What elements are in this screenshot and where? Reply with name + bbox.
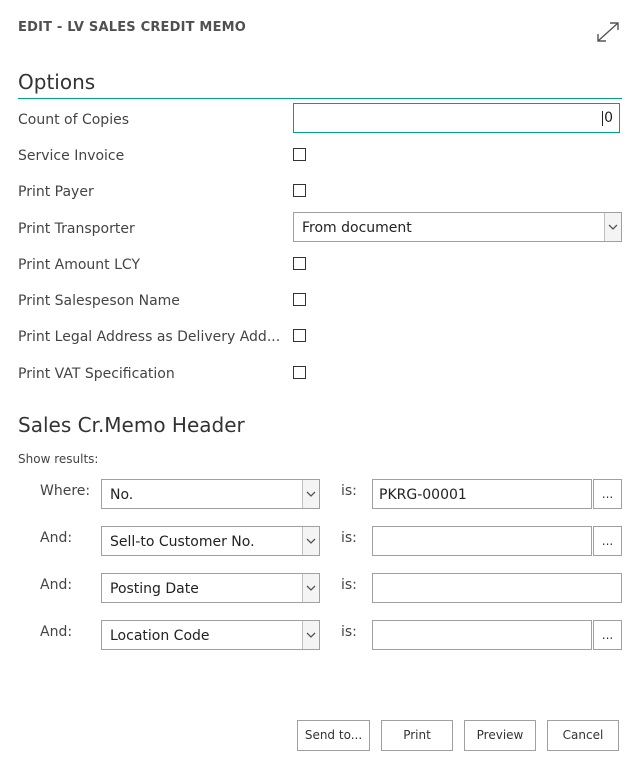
lookup-button[interactable]: ... <box>593 479 622 509</box>
filter-value-input[interactable] <box>372 620 592 650</box>
print-vat-spec-checkbox[interactable] <box>293 366 306 379</box>
show-results-label: Show results: <box>18 452 99 466</box>
filter-value-input[interactable] <box>372 526 592 556</box>
filter-field-value: Location Code <box>110 628 210 644</box>
filter-value-text: PKRG-00001 <box>379 487 467 503</box>
filter-field-select[interactable]: No. <box>101 479 320 509</box>
chevron-down-icon <box>302 574 319 602</box>
lookup-button[interactable]: ... <box>593 620 622 650</box>
service-invoice-checkbox[interactable] <box>293 148 306 161</box>
filter-field-select[interactable]: Location Code <box>101 620 320 650</box>
filter-field-value: Posting Date <box>110 581 199 597</box>
print-legal-address-label: Print Legal Address as Delivery Add... <box>18 329 281 345</box>
dialog-title: EDIT - LV SALES CREDIT MEMO <box>18 20 247 35</box>
filter-conj-label: Where: <box>40 483 91 499</box>
service-invoice-label: Service Invoice <box>18 148 125 164</box>
chevron-down-icon <box>302 480 319 508</box>
print-button[interactable]: Print <box>381 720 453 751</box>
print-payer-label: Print Payer <box>18 184 94 200</box>
filter-conj-label: And: <box>40 624 73 640</box>
is-label: is: <box>341 530 357 546</box>
filter-value-input[interactable]: PKRG-00001 <box>372 479 592 509</box>
count-of-copies-input[interactable]: 0 <box>293 103 620 133</box>
is-label: is: <box>341 577 357 593</box>
print-salesperson-name-checkbox[interactable] <box>293 293 306 306</box>
filter-field-select[interactable]: Sell-to Customer No. <box>101 526 320 556</box>
is-label: is: <box>341 483 357 499</box>
cancel-button[interactable]: Cancel <box>547 720 619 751</box>
print-vat-spec-label: Print VAT Specification <box>18 366 175 382</box>
print-amount-lcy-label: Print Amount LCY <box>18 257 141 273</box>
print-amount-lcy-checkbox[interactable] <box>293 257 306 270</box>
chevron-down-icon <box>302 527 319 555</box>
print-transporter-value: From document <box>302 220 412 236</box>
print-transporter-label: Print Transporter <box>18 221 135 237</box>
print-payer-checkbox[interactable] <box>293 184 306 197</box>
filter-conj-label: And: <box>40 530 73 546</box>
options-heading: Options <box>18 70 96 94</box>
preview-button[interactable]: Preview <box>464 720 536 751</box>
filter-field-value: Sell-to Customer No. <box>110 534 255 550</box>
filter-field-value: No. <box>110 487 134 503</box>
send-to-button[interactable]: Send to... <box>297 720 370 751</box>
chevron-down-icon <box>302 621 319 649</box>
count-of-copies-value: 0 <box>602 110 613 126</box>
chevron-down-icon <box>604 213 621 241</box>
count-of-copies-label: Count of Copies <box>18 112 129 128</box>
lookup-button[interactable]: ... <box>593 526 622 556</box>
print-transporter-select[interactable]: From document <box>293 212 622 242</box>
is-label: is: <box>341 624 357 640</box>
print-legal-address-checkbox[interactable] <box>293 329 306 342</box>
expand-arrows-icon[interactable] <box>595 21 621 43</box>
filter-conj-label: And: <box>40 577 73 593</box>
print-salesperson-name-label: Print Salespeson Name <box>18 293 180 309</box>
options-divider <box>18 98 622 99</box>
filter-field-select[interactable]: Posting Date <box>101 573 320 603</box>
filter-value-input[interactable] <box>372 573 622 603</box>
filters-heading: Sales Cr.Memo Header <box>18 413 245 437</box>
